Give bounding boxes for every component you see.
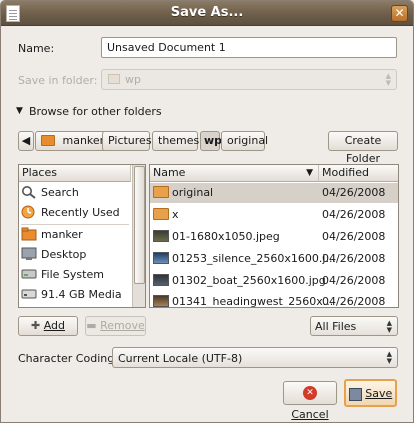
place-label: manker <box>41 228 83 241</box>
file-row-01341-headingwest[interactable]: 01341_headingwest_2560x... 04/26/2008 <box>150 292 398 308</box>
file-system-icon <box>21 267 37 281</box>
add-label: Add <box>43 319 65 332</box>
file-modified: 04/26/2008 <box>322 208 386 221</box>
place-item-desktop[interactable]: Desktop <box>19 245 131 265</box>
file-filter-value: All Files <box>315 320 357 333</box>
file-row-original[interactable]: original 04/26/2008 <box>150 183 398 203</box>
sort-arrow-icon: ▼ <box>306 168 313 178</box>
path-scroll-left-button[interactable]: ◀ <box>18 131 34 151</box>
file-row-01302-boat[interactable]: 01302_boat_2560x1600.jpg 04/26/2008 <box>150 271 398 291</box>
home-folder-icon <box>41 134 55 146</box>
combo-arrows-icon: ▲ ▼ <box>386 319 392 334</box>
name-input[interactable]: Unsaved Document 1 <box>101 37 397 58</box>
path-label: themes <box>158 134 200 147</box>
places-pane: Places Search Recently Used manker Deskt… <box>18 164 146 308</box>
save-icon <box>348 387 362 401</box>
save-as-dialog: Save As... ✕ Name: Unsaved Document 1 Sa… <box>0 0 414 423</box>
name-column-header[interactable]: Name ▼ <box>150 165 319 182</box>
save-label: Save <box>365 387 393 400</box>
drive-icon <box>21 287 37 301</box>
expander-arrow-icon: ▼ <box>16 106 23 116</box>
file-filter-combo[interactable]: All Files ▲ ▼ <box>310 316 398 336</box>
file-name: 01-1680x1050.jpeg <box>172 230 280 243</box>
image-thumbnail-icon <box>153 292 169 307</box>
path-label: Pictures <box>108 134 152 147</box>
file-modified: 04/26/2008 <box>322 186 386 199</box>
title-bar[interactable]: Save As... ✕ <box>1 1 413 26</box>
desktop-icon <box>21 247 37 261</box>
cancel-button[interactable]: ✕ Cancel <box>283 381 337 421</box>
file-name: 01302_boat_2560x1600.jpg <box>172 274 326 287</box>
search-icon <box>21 185 37 199</box>
place-item-media[interactable]: 91.4 GB Media <box>19 285 131 305</box>
create-folder-button[interactable]: Create Folder <box>328 131 398 165</box>
cancel-label: Cancel <box>291 408 329 421</box>
image-thumbnail-icon <box>153 271 169 291</box>
file-name: 01253_silence_2560x1600.j... <box>172 252 336 265</box>
file-row-01-1680x1050[interactable]: 01-1680x1050.jpeg 04/26/2008 <box>150 227 398 247</box>
folder-icon <box>153 183 169 203</box>
save-in-folder-label: Save in folder: <box>18 74 98 87</box>
scrollbar-thumb[interactable] <box>134 166 145 284</box>
place-label: 91.4 GB Media <box>41 288 122 301</box>
place-label: Search <box>41 186 79 199</box>
window-title: Save As... <box>170 5 244 20</box>
path-button-wp[interactable]: wp <box>200 131 223 151</box>
files-pane: Name ▼ Modified original 04/26/2008 x 04… <box>149 164 399 308</box>
file-row-x[interactable]: x 04/26/2008 <box>150 205 398 225</box>
column-label: Name <box>153 166 186 179</box>
cancel-icon: ✕ <box>303 386 317 400</box>
places-header[interactable]: Places <box>19 165 131 182</box>
place-label: Recently Used <box>41 206 120 219</box>
save-in-folder-combo: wp ▲ ▼ <box>101 69 397 90</box>
file-modified: 04/26/2008 <box>322 252 386 265</box>
place-item-manker[interactable]: manker <box>19 225 131 245</box>
folder-icon <box>108 74 120 84</box>
save-in-folder-value: wp <box>125 73 141 86</box>
character-coding-combo[interactable]: Current Locale (UTF-8) ▲ ▼ <box>112 347 398 368</box>
path-button-pictures[interactable]: Pictures <box>102 131 152 151</box>
place-item-search[interactable]: Search <box>19 183 131 203</box>
character-coding-label: Character Coding: <box>18 352 118 365</box>
path-button-original[interactable]: original <box>221 131 269 151</box>
file-modified: 04/26/2008 <box>322 295 386 308</box>
path-label: original <box>227 134 269 147</box>
close-icon[interactable]: ✕ <box>391 5 408 22</box>
file-modified: 04/26/2008 <box>322 274 386 287</box>
modified-column-header[interactable]: Modified <box>319 165 398 182</box>
place-label: File System <box>41 268 104 281</box>
image-thumbnail-icon <box>153 227 169 247</box>
character-coding-value: Current Locale (UTF-8) <box>118 352 243 365</box>
add-icon: ✚ <box>30 319 41 332</box>
file-name: x <box>172 208 179 221</box>
combo-arrows-icon: ▲ ▼ <box>386 350 392 365</box>
file-modified: 04/26/2008 <box>322 230 386 243</box>
home-folder-icon <box>21 227 37 241</box>
file-name: 01341_headingwest_2560x... <box>172 295 334 308</box>
add-button[interactable]: ✚ Add <box>18 316 78 336</box>
save-button[interactable]: Save <box>344 379 397 407</box>
place-label: Desktop <box>41 248 87 261</box>
name-label: Name: <box>18 42 55 55</box>
path-button-themes[interactable]: themes <box>152 131 200 151</box>
place-item-file-system[interactable]: File System <box>19 265 131 285</box>
path-label: wp <box>204 134 223 147</box>
places-scrollbar[interactable] <box>132 165 145 307</box>
browse-label: Browse for other folders <box>29 105 162 118</box>
recently-used-icon <box>21 205 37 219</box>
file-row-01253-silence[interactable]: 01253_silence_2560x1600.j... 04/26/2008 <box>150 249 398 269</box>
remove-button[interactable]: ▬ Remove <box>85 316 146 336</box>
file-name: original <box>172 186 214 199</box>
remove-icon: ▬ <box>86 319 97 332</box>
path-label: manker <box>62 134 105 147</box>
left-arrow-icon: ◀ <box>21 134 31 147</box>
image-thumbnail-icon <box>153 249 169 269</box>
combo-arrows-icon: ▲ ▼ <box>385 72 391 87</box>
folder-icon <box>153 205 169 225</box>
place-item-recently-used[interactable]: Recently Used <box>19 203 131 223</box>
remove-label: Remove <box>100 319 145 332</box>
